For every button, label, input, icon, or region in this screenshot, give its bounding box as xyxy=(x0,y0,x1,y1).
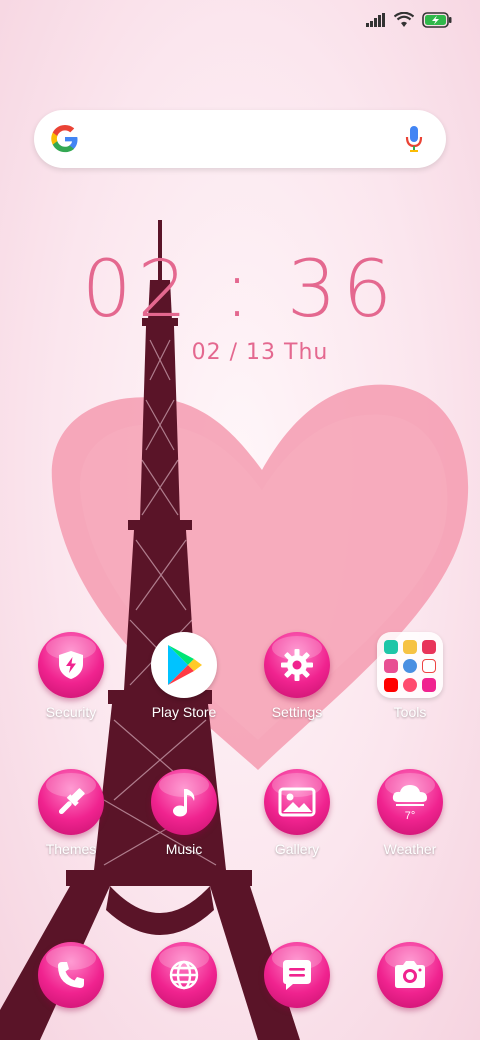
mini-app-icon xyxy=(384,678,398,692)
messages-app-icon[interactable] xyxy=(264,942,330,1008)
themes-app-icon[interactable] xyxy=(38,769,104,835)
app-security[interactable]: Security xyxy=(16,632,126,720)
dock-app-camera[interactable] xyxy=(355,942,465,1008)
mini-app-icon xyxy=(403,640,417,654)
mini-app-icon xyxy=(422,678,436,692)
tools-folder-icon[interactable] xyxy=(377,632,443,698)
browser-app-icon[interactable] xyxy=(151,942,217,1008)
mini-app-icon xyxy=(422,659,436,673)
mini-app-icon xyxy=(403,659,417,673)
app-play-store[interactable]: Play Store xyxy=(129,632,239,720)
paint-brush-icon xyxy=(58,788,85,815)
battery-charging-icon xyxy=(422,12,452,28)
phone-app-icon[interactable] xyxy=(38,942,104,1008)
app-label: Tools xyxy=(393,704,427,720)
gear-icon xyxy=(281,649,313,681)
app-label: Weather xyxy=(383,841,437,857)
microphone-icon[interactable] xyxy=(404,124,424,154)
app-label: Play Store xyxy=(151,704,217,720)
clock-date[interactable]: 02 / 13 Thu xyxy=(0,340,480,365)
camera-app-icon[interactable] xyxy=(377,942,443,1008)
music-note-icon xyxy=(173,789,195,817)
dock-app-phone[interactable] xyxy=(16,942,126,1008)
weather-app-icon[interactable]: 7° xyxy=(377,769,443,835)
globe-icon xyxy=(169,960,199,990)
camera-icon xyxy=(395,961,425,988)
play-store-icon xyxy=(168,645,202,685)
app-themes[interactable]: Themes xyxy=(16,769,126,857)
mini-app-icon xyxy=(422,640,436,654)
mini-app-icon xyxy=(384,640,398,654)
settings-app-icon[interactable] xyxy=(264,632,330,698)
music-app-icon[interactable] xyxy=(151,769,217,835)
google-logo-icon xyxy=(51,125,78,153)
play-store-app-icon[interactable] xyxy=(151,632,217,698)
dock-app-browser[interactable] xyxy=(129,942,239,1008)
app-gallery[interactable]: Gallery xyxy=(242,769,352,857)
app-folder-tools[interactable]: Tools xyxy=(355,632,465,720)
app-label: Themes xyxy=(45,841,97,857)
image-icon xyxy=(278,787,316,817)
gallery-app-icon[interactable] xyxy=(264,769,330,835)
mini-app-icon xyxy=(384,659,398,673)
app-settings[interactable]: Settings xyxy=(242,632,352,720)
mini-app-icon xyxy=(403,678,417,692)
wifi-icon xyxy=(394,12,414,27)
security-app-icon[interactable] xyxy=(38,632,104,698)
cloud-icon xyxy=(392,785,427,806)
dock-app-messages[interactable] xyxy=(242,942,352,1008)
app-weather[interactable]: 7° Weather xyxy=(355,769,465,857)
signal-icon xyxy=(366,13,385,27)
app-music[interactable]: Music xyxy=(129,769,239,857)
app-label: Music xyxy=(165,841,203,857)
weather-temperature: 7° xyxy=(404,810,416,822)
clock-time[interactable]: 02 : 36 xyxy=(0,245,480,335)
phone-icon xyxy=(58,962,84,988)
status-bar xyxy=(366,12,452,28)
app-label: Security xyxy=(45,704,97,720)
app-label: Gallery xyxy=(274,841,320,857)
shield-lightning-icon xyxy=(59,651,83,679)
app-label: Settings xyxy=(271,704,323,720)
chat-bubble-icon xyxy=(283,960,311,990)
google-search-bar[interactable] xyxy=(34,110,446,168)
